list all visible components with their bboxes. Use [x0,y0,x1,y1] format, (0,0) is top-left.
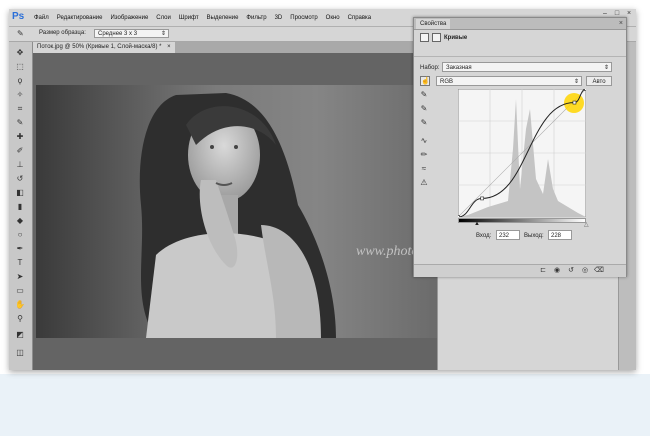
menu-file[interactable]: Файл [34,15,49,21]
brush-icon[interactable]: ✐ [14,146,26,156]
menu-select[interactable]: Выделение [207,15,239,21]
sample-size-value: Среднее 3 х 3 [98,31,138,37]
blur-icon[interactable]: ◆ [14,216,26,226]
dodge-icon[interactable]: ○ [14,230,26,240]
input-label: Вход: [476,233,492,239]
menu-image[interactable]: Изображение [110,15,148,21]
tab-properties[interactable]: Свойства [416,19,451,29]
type-icon[interactable]: T [14,258,26,268]
view-previous-icon[interactable]: ◉ [552,266,562,276]
portrait-photo [36,85,437,338]
curve-point[interactable] [480,196,484,201]
eyedropper-tool-icon[interactable]: ✎ [14,118,26,128]
zoom-icon[interactable]: ⚲ [14,314,26,324]
preset-select[interactable]: Заказная ⇕ [442,62,612,72]
channel-select[interactable]: RGB ⇕ [436,76,582,86]
photoshop-window: Ps Файл Редактирование Изображение Слои … [9,9,636,370]
panel-title-row: Кривые [420,33,467,42]
preset-label: Набор: [420,65,440,71]
shape-icon[interactable]: ▭ [14,286,26,296]
panel-title: Кривые [444,34,468,41]
curve-edit-icon[interactable]: ∿ [419,136,429,146]
quick-mask-icon[interactable]: ◫ [14,348,26,358]
document-canvas[interactable] [33,53,437,370]
output-field[interactable]: 228 [548,230,572,240]
chevron-down-icon: ⇕ [603,65,609,71]
move-icon[interactable]: ✥ [14,48,26,58]
smooth-icon[interactable]: ≈ [419,164,429,174]
panel-close-icon[interactable]: × [619,18,623,29]
healing-icon[interactable]: ✚ [14,132,26,142]
clipping-warning-icon[interactable]: ⚠ [419,178,429,188]
auto-button[interactable]: Авто [586,76,612,86]
menu-help[interactable]: Справка [348,15,372,21]
input-field[interactable]: 232 [496,230,520,240]
history-brush-icon[interactable]: ↺ [14,174,26,184]
page-background-band [0,374,650,436]
document-tab-title: Поток.jpg @ 50% (Кривые 1, Слой-маска/8)… [37,44,162,50]
menu-layers[interactable]: Слои [156,15,171,21]
white-point-slider[interactable]: △ [584,221,589,228]
menu-filter[interactable]: Фильтр [246,15,266,21]
portrait-illustration [139,93,336,338]
quick-select-icon[interactable]: ✧ [14,90,26,100]
ps-logo: Ps [12,11,25,22]
close-tab-icon[interactable]: × [167,44,171,50]
reset-icon[interactable]: ↺ [566,266,576,276]
menu-3d[interactable]: 3D [275,15,283,21]
color-swatches-icon[interactable]: ◩ [14,330,26,340]
curve-point[interactable] [572,100,577,105]
curve-graph[interactable] [456,87,588,219]
target-adjust-icon[interactable]: ☝ [420,76,430,86]
panel-header: Свойства × [414,18,626,30]
chevron-down-icon: ⇕ [573,79,579,85]
black-point-slider[interactable]: ▲ [474,221,480,227]
pencil-edit-icon[interactable]: ✏ [419,150,429,160]
menu-view[interactable]: Просмотр [290,15,317,21]
chevron-down-icon: ⇕ [160,31,166,37]
sample-size-select[interactable]: Среднее 3 х 3 ⇕ [94,29,169,38]
clip-to-layer-icon[interactable]: ⊏ [538,266,548,276]
curve-point[interactable] [584,87,588,91]
gradient-icon[interactable]: ▮ [14,202,26,212]
menu-items: Файл Редактирование Изображение Слои Шри… [34,9,379,26]
eraser-icon[interactable]: ◧ [14,188,26,198]
delete-icon[interactable]: ⌫ [594,266,604,276]
stamp-icon[interactable]: ⊥ [14,160,26,170]
black-eyedropper-icon[interactable]: ✎ [419,90,429,100]
channel-value: RGB [440,79,454,85]
layer-mask-icon[interactable] [432,33,441,42]
tools-panel: ✥ ⬚ ϙ ✧ ⌗ ✎ ✚ ✐ ⊥ ↺ ◧ ▮ ◆ ○ ✒ T ➤ ▭ ✋ ⚲ … [9,42,33,370]
curve-svg [456,87,588,219]
menu-type[interactable]: Шрифт [179,15,199,21]
properties-panel: Свойства × Кривые Набор: Заказная ⇕ ☝ RG… [413,17,627,277]
curves-adjustment-icon [420,33,429,42]
panel-footer: ⊏ ◉ ↺ ◎ ⌫ [414,264,626,277]
pen-icon[interactable]: ✒ [14,244,26,254]
hand-icon[interactable]: ✋ [14,300,26,310]
path-select-icon[interactable]: ➤ [14,272,26,282]
document-tabs: Поток.jpg @ 50% (Кривые 1, Слой-маска/8)… [33,42,413,53]
curve-point[interactable] [456,215,460,219]
document-tab[interactable]: Поток.jpg @ 50% (Кривые 1, Слой-маска/8)… [33,42,175,53]
preset-value: Заказная [446,65,472,71]
menu-edit[interactable]: Редактирование [57,15,103,21]
lasso-icon[interactable]: ϙ [14,76,26,86]
gray-eyedropper-icon[interactable]: ✎ [419,104,429,114]
eyedropper-icon[interactable]: ✎ [17,29,29,39]
marquee-icon[interactable]: ⬚ [14,62,26,72]
output-label: Выход: [524,233,544,239]
crop-icon[interactable]: ⌗ [14,104,26,114]
white-eyedropper-icon[interactable]: ✎ [419,118,429,128]
visibility-icon[interactable]: ◎ [580,266,590,276]
menu-window[interactable]: Окно [326,15,340,21]
divider [414,56,626,57]
sample-size-label: Размер образца: [39,30,86,36]
